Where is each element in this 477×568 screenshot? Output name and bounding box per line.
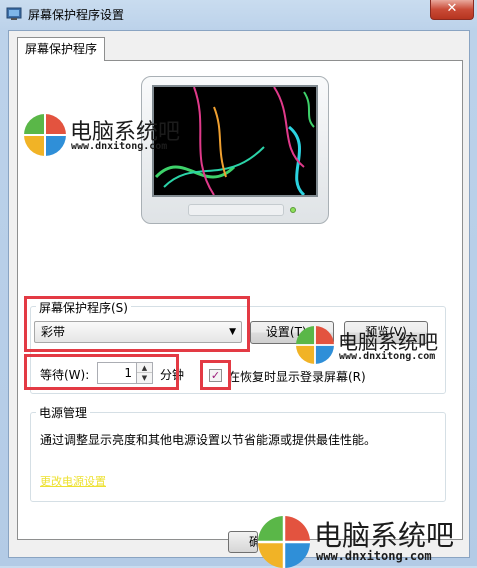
screensaver-app-icon	[6, 7, 22, 20]
screensaver-selected-value: 彩带	[41, 325, 66, 339]
screensaver-group-label: 屏幕保护程序(S)	[36, 299, 131, 316]
screensaver-dropdown[interactable]: 彩带 ▼	[34, 321, 242, 343]
watermark-logo-icon	[296, 326, 334, 364]
ok-button[interactable]: 确	[228, 531, 258, 553]
wait-minutes-input[interactable]: 1	[97, 362, 137, 384]
monitor-bezel-slot	[188, 204, 284, 216]
chevron-down-icon: ▼	[229, 327, 236, 337]
power-group-label: 电源管理	[36, 404, 91, 421]
watermark-url: www.dnxitong.com	[316, 549, 432, 563]
watermark-name: 电脑系统吧	[314, 519, 455, 552]
wait-unit-label: 分钟	[160, 368, 185, 382]
watermark-url: www.dnxitong.com	[339, 351, 436, 362]
resume-logon-label[interactable]: 在恢复时显示登录屏幕(R)	[228, 368, 366, 385]
title-bar: 屏幕保护程序设置 ✕	[0, 0, 477, 28]
spin-down-icon[interactable]: ▼	[137, 373, 152, 383]
window-title: 屏幕保护程序设置	[28, 8, 125, 22]
power-description: 通过调整显示亮度和其他电源设置以节省能源或提供最佳性能。	[40, 433, 377, 447]
resume-logon-checkbox[interactable]: ✓	[209, 369, 222, 382]
wait-label: 等待(W):	[40, 368, 90, 382]
monitor-preview	[141, 76, 329, 224]
change-power-settings-link[interactable]: 更改电源设置	[40, 473, 106, 489]
close-button[interactable]: ✕	[430, 0, 474, 20]
watermark-url: www.dnxitong.com	[71, 141, 168, 152]
wait-spinner: ▲ ▼	[137, 362, 153, 384]
tab-screensaver[interactable]: 屏幕保护程序	[17, 37, 105, 61]
power-led	[290, 207, 296, 213]
watermark-logo-icon	[258, 516, 310, 568]
spin-up-icon[interactable]: ▲	[137, 363, 152, 373]
watermark-logo-icon	[24, 114, 66, 156]
